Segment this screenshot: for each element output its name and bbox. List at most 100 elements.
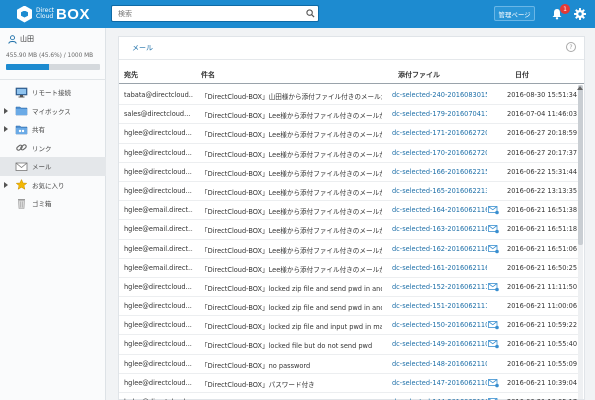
sidebar-item-mail[interactable]: メール [0,157,106,176]
date-cell: 2016-06-22 15:31:44 [507,167,578,176]
logo-word-cloud: Cloud [36,13,54,20]
table-row[interactable]: sales@directcloud... 「DirectCloud-BOX」Lee… [119,105,579,125]
sidebar: 山田 455.90 MB (45.6%) / 1000 MB リモート接続 マイ… [0,28,106,400]
table-row[interactable]: hglee@email.direct... 「DirectCloud-BOX」Le… [119,201,579,221]
page-title: メール [132,44,153,52]
sidebar-item-trash[interactable]: ゴミ箱 [0,194,106,213]
resend-mail-icon[interactable] [488,205,499,215]
star-icon [14,179,28,191]
sidebar-item-label: リンク [32,144,52,153]
recipient-cell: tabata@directcloud... [124,91,193,99]
attachment-link[interactable]: dc-selected-240-201608301552... [392,91,487,99]
expand-caret-icon[interactable] [4,126,8,132]
table-row[interactable]: hglee@email.direct... 「DirectCloud-BOX」Le… [119,240,579,259]
expand-caret-icon[interactable] [4,107,8,114]
resend-mail-icon[interactable] [488,320,499,330]
subject-cell: 「DirectCloud-BOX」Lee様から添付ファイル付きのメールが届きま.… [201,131,382,140]
attachment-link[interactable]: dc-selected-165-201606221314... [392,187,487,195]
attachment-link[interactable]: dc-selected-148-201606211056... [392,360,487,368]
user-name: 山田 [20,35,34,43]
table-row[interactable]: hglee@directcloud... 「DirectCloud-BOX」loc… [119,278,579,298]
recipient-cell: hglee@directcloud... [124,148,192,157]
sidebar-item-favorites[interactable]: お気に入り [0,176,106,195]
attachment-link[interactable]: dc-selected-147-2016062110... [392,379,487,387]
user-menu[interactable]: 山田 [8,34,34,44]
resend-mail-icon[interactable] [488,282,499,292]
sidebar-item-label: メール [32,163,52,172]
date-cell: 2016-06-21 16:51:38 [507,206,578,215]
resend-mail-icon[interactable] [488,244,499,254]
table-row[interactable]: hglee@directcloud... 「DirectCloud-BOX」loc… [119,335,579,355]
table-row[interactable]: hglee@directcloud... 「DirectCloud-BOX」Lee… [119,124,579,144]
attachment-link[interactable]: dc-selected-179-201607041147... [392,110,487,118]
table-row[interactable]: hglee@directcloud...「DirectCloud-BOX」パスワ… [119,374,579,393]
subject-cell: 「DirectCloud-BOX」Lee様から添付ファイル付きのメールが届きま.… [201,188,382,197]
attachment-link[interactable]: dc-selected-161-201606211651... [392,264,487,272]
scroll-up-arrow-icon[interactable] [577,86,583,90]
date-cell: 2016-06-21 16:51:06 [507,244,578,253]
recipient-cell: hglee@directcloud... [124,378,192,387]
sidebar-item-shared[interactable]: 共有 [0,120,106,139]
resend-mail-icon[interactable] [488,339,499,349]
app-logo[interactable]: Direct Cloud BOX [17,4,90,24]
subject-cell: 「DirectCloud-BOX」no password [201,361,311,370]
attachment-link[interactable]: dc-selected-152-2016062111... [392,283,487,291]
scrollbar-thumb[interactable] [578,85,583,245]
sidebar-item-link[interactable]: リンク [0,139,106,158]
sidebar-nav: リモート接続 マイボックス 共有 リンク メール お気に入り ゴミ箱 [0,83,106,213]
attachment-link[interactable]: dc-selected-151-201606211101... [392,302,487,310]
table-row[interactable]: hglee@directcloud... 「DirectCloud-BOX」loc… [119,297,579,317]
resend-mail-icon[interactable] [488,378,499,388]
attachment-link[interactable]: dc-selected-166-201606221532... [392,168,487,176]
admin-page-button[interactable]: 管理ページ [494,6,535,21]
date-cell: 2016-06-21 10:55:40 [507,340,578,349]
date-cell: 2016-06-21 16:51:18 [507,225,578,234]
table-row[interactable]: hglee@directcloud... 「DirectCloud-BOX」loc… [119,316,579,336]
attachment-link[interactable]: dc-selected-162-2016062116... [392,245,487,253]
sidebar-item-mybox[interactable]: マイボックス [0,102,106,121]
subject-cell: 「DirectCloud-BOX」Lee様から添付ファイル付きのメールが届きま.… [201,246,382,255]
resend-mail-icon[interactable] [488,224,499,234]
top-header: Direct Cloud BOX 管理ページ 1 [0,0,595,28]
table-row[interactable]: hglee@email.direct... 「DirectCloud-BOX」Le… [119,220,579,240]
recipient-cell: hglee@email.direct... [124,263,193,272]
expand-caret-icon[interactable] [4,181,8,188]
sidebar-item-label: ゴミ箱 [32,200,52,209]
subject-cell: 「DirectCloud-BOX」山田様から添付ファイル付きのメールが届きま..… [201,93,382,101]
attachment-link[interactable]: dc-selected-171-201606272019... [392,129,487,137]
search-icon[interactable] [306,9,315,18]
search-input[interactable] [112,6,292,21]
table-row[interactable]: hglee@directcloud... 「DirectCloud-BOX」Lee… [119,144,579,163]
column-header-date[interactable]: 日付 [515,70,529,80]
recipient-cell: hglee@directcloud... [124,167,192,176]
table-row[interactable]: hglee@directcloud...「DirectCloud-BOX」パスワ… [119,393,579,400]
attachment-link[interactable]: dc-selected-150-2016062110... [392,321,487,329]
sidebar-item-remote[interactable]: リモート接続 [0,83,106,102]
recipient-cell: sales@directcloud... [124,110,191,119]
sidebar-divider [0,79,106,80]
settings-gear-icon[interactable] [574,8,586,20]
table-row[interactable]: hglee@email.direct... 「DirectCloud-BOX」Le… [119,259,579,278]
column-header-subject[interactable]: 件名 [201,70,215,80]
table-row[interactable]: hglee@directcloud... 「DirectCloud-BOX」Lee… [119,182,579,202]
table-row[interactable]: hglee@directcloud... 「DirectCloud-BOX」Lee… [119,163,579,182]
table-row[interactable]: hglee@directcloud... 「DirectCloud-BOX」no … [119,355,579,374]
sidebar-item-label: リモート接続 [32,89,71,98]
vertical-scrollbar[interactable] [578,85,583,399]
date-cell: 2016-06-21 10:59:22 [507,321,578,330]
monitor-icon [14,86,28,98]
subject-cell: 「DirectCloud-BOX」Lee様から添付ファイル付きのメールが届きま.… [201,265,382,274]
recipient-cell: hglee@directcloud... [124,302,192,311]
subject-cell: 「DirectCloud-BOX」Lee様から添付ファイル付きのメールが届きま.… [201,208,382,217]
column-header-to[interactable]: 宛先 [124,70,138,80]
help-icon[interactable]: ? [566,42,576,52]
column-header-attachment[interactable]: 添付ファイル [398,70,440,80]
title-divider [119,59,584,60]
sidebar-item-label: お気に入り [32,181,65,190]
table-header: 宛先 件名 添付ファイル 日付 [119,66,584,84]
attachment-link[interactable]: dc-selected-149-2016062110... [392,340,487,348]
table-row[interactable]: tabata@directcloud... 「DirectCloud-BOX」山田… [119,86,579,106]
attachment-link[interactable]: dc-selected-163-2016062116... [392,225,487,233]
attachment-link[interactable]: dc-selected-164-2016062116... [392,206,487,214]
attachment-link[interactable]: dc-selected-170-201606272018... [392,149,487,157]
